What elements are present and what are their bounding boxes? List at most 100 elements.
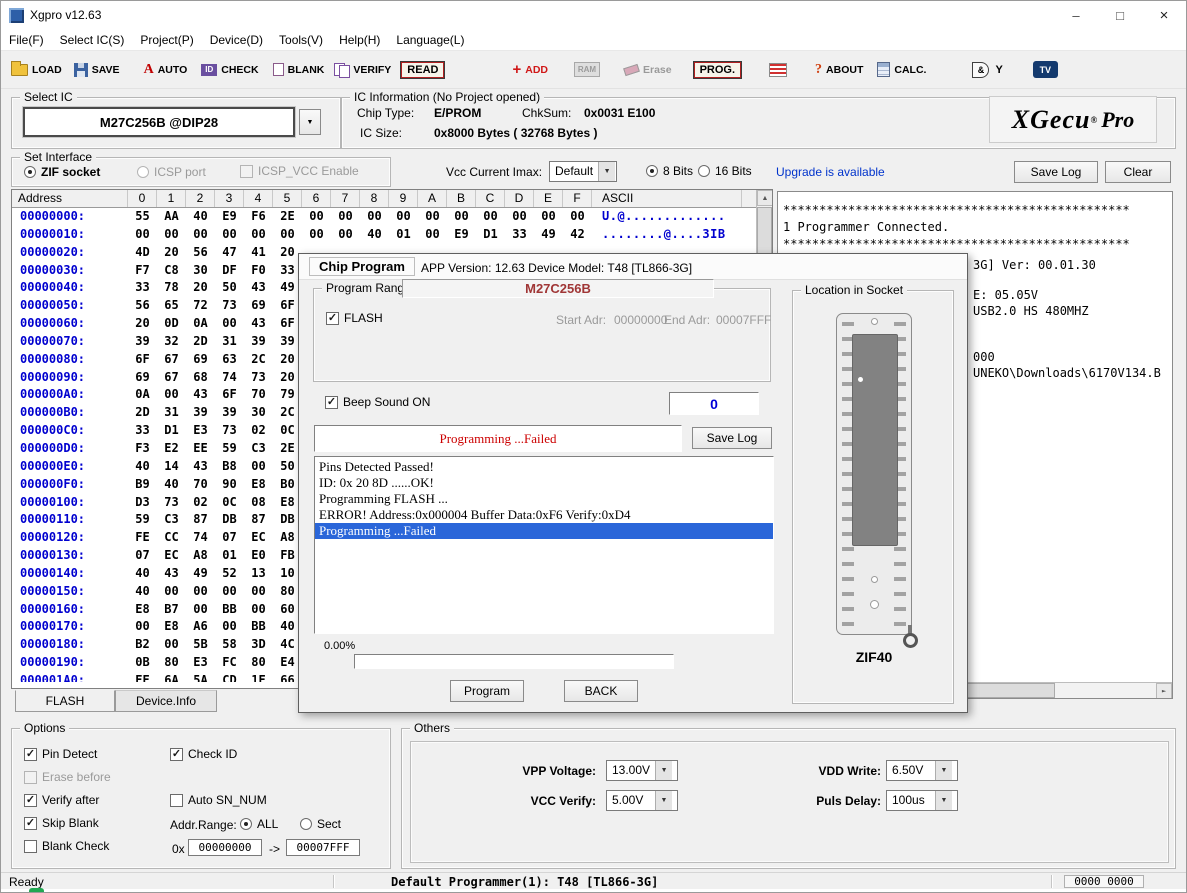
read-button[interactable]: READ (401, 62, 444, 78)
hex-byte-cell[interactable]: 00 (186, 601, 215, 619)
hex-byte-cell[interactable]: 80 (157, 654, 186, 672)
ic-dropdown-button[interactable]: ▼ (299, 109, 321, 135)
hex-byte-cell[interactable]: 0C (215, 494, 244, 512)
hex-byte-cell[interactable]: 00 (186, 226, 215, 244)
menu-tools[interactable]: Tools(V) (271, 30, 331, 50)
hex-byte-cell[interactable]: 00 (215, 226, 244, 244)
range-to-input[interactable] (286, 839, 360, 856)
hex-byte-cell[interactable]: 73 (215, 422, 244, 440)
hex-byte-cell[interactable]: 00 (418, 226, 447, 244)
hex-byte-cell[interactable]: 43 (244, 315, 273, 333)
hex-byte-cell[interactable]: E3 (186, 422, 215, 440)
hex-byte-cell[interactable]: 00 (186, 583, 215, 601)
hex-byte-cell[interactable]: 33 (128, 279, 157, 297)
puls-delay-select[interactable]: 100us ▼ (886, 790, 958, 811)
menu-file[interactable]: File(F) (1, 30, 52, 50)
hex-byte-cell[interactable]: BB (244, 618, 273, 636)
hex-byte-cell[interactable]: E2 (157, 440, 186, 458)
hex-byte-cell[interactable]: 33 (128, 422, 157, 440)
hex-byte-cell[interactable]: 00 (244, 601, 273, 619)
hex-byte-cell[interactable]: 43 (186, 458, 215, 476)
hex-byte-cell[interactable]: B7 (157, 601, 186, 619)
hex-byte-cell[interactable]: 00 (505, 208, 534, 226)
hex-byte-cell[interactable]: 87 (244, 511, 273, 529)
hex-byte-cell[interactable]: 33 (505, 226, 534, 244)
ic-test-button[interactable] (769, 63, 787, 77)
hex-byte-cell[interactable]: 2C (244, 351, 273, 369)
hex-byte-cell[interactable]: 00 (215, 315, 244, 333)
hex-byte-cell[interactable]: 3D (244, 636, 273, 654)
hex-byte-cell[interactable]: 00 (157, 583, 186, 601)
back-button[interactable]: BACK (564, 680, 638, 702)
hex-byte-cell[interactable]: 73 (244, 369, 273, 387)
hex-byte-cell[interactable]: 00 (244, 458, 273, 476)
hex-byte-cell[interactable]: 41 (244, 244, 273, 262)
hex-byte-cell[interactable]: 00 (215, 583, 244, 601)
hex-byte-cell[interactable]: 2D (186, 333, 215, 351)
auto-sn-checkbox[interactable]: Auto SN_NUM (170, 793, 267, 807)
hex-byte-cell[interactable]: 00 (360, 208, 389, 226)
hex-byte-cell[interactable]: 90 (215, 476, 244, 494)
hex-byte-cell[interactable]: 30 (186, 262, 215, 280)
hex-byte-cell[interactable]: 69 (128, 369, 157, 387)
hex-byte-cell[interactable]: 69 (186, 351, 215, 369)
addr-all-radio[interactable]: ALL (240, 817, 278, 831)
hex-byte-cell[interactable]: 01 (215, 547, 244, 565)
hex-byte-cell[interactable]: 00 (273, 226, 302, 244)
hex-byte-cell[interactable]: 00 (389, 208, 418, 226)
range-from-input[interactable] (188, 839, 262, 856)
hex-byte-cell[interactable]: 00 (302, 208, 331, 226)
dialog-save-log-button[interactable]: Save Log (692, 427, 772, 449)
hex-byte-cell[interactable]: 07 (215, 529, 244, 547)
hex-byte-cell[interactable]: 40 (128, 458, 157, 476)
hex-byte-cell[interactable]: F0 (244, 262, 273, 280)
hex-byte-cell[interactable]: A8 (186, 547, 215, 565)
hex-byte-cell[interactable]: 70 (186, 476, 215, 494)
maximize-button[interactable]: □ (1098, 1, 1142, 29)
hex-byte-cell[interactable]: FC (215, 654, 244, 672)
load-button[interactable]: LOAD (11, 64, 62, 76)
menu-help[interactable]: Help(H) (331, 30, 388, 50)
hex-byte-cell[interactable]: 43 (186, 386, 215, 404)
hex-byte-cell[interactable]: 30 (244, 404, 273, 422)
hex-byte-cell[interactable]: 63 (215, 351, 244, 369)
program-log-line[interactable]: ID: 0x 20 8D ......OK! (315, 475, 773, 491)
hex-byte-cell[interactable]: 49 (186, 565, 215, 583)
menu-device[interactable]: Device(D) (202, 30, 271, 50)
vdd-write-select[interactable]: 6.50V ▼ (886, 760, 958, 781)
close-button[interactable]: × (1142, 1, 1186, 29)
hex-byte-cell[interactable]: 67 (157, 351, 186, 369)
vcc-imax-select[interactable]: Default ▼ (549, 161, 617, 182)
hex-byte-cell[interactable]: A6 (186, 618, 215, 636)
hex-byte-cell[interactable]: 74 (215, 369, 244, 387)
hex-byte-cell[interactable]: D3 (128, 494, 157, 512)
hex-byte-cell[interactable]: 0A (186, 315, 215, 333)
hex-byte-cell[interactable]: 00 (128, 618, 157, 636)
pin-detect-checkbox[interactable]: Pin Detect (24, 747, 97, 761)
hex-byte-cell[interactable]: 00 (563, 208, 592, 226)
hex-byte-cell[interactable]: FE (128, 529, 157, 547)
hex-byte-cell[interactable]: F6 (244, 208, 273, 226)
hex-byte-cell[interactable]: 43 (244, 279, 273, 297)
hex-byte-cell[interactable]: B2 (128, 636, 157, 654)
hex-byte-cell[interactable]: B8 (215, 458, 244, 476)
minimize-button[interactable]: – (1054, 1, 1098, 29)
hex-byte-cell[interactable]: E8 (244, 476, 273, 494)
scroll-right-icon[interactable]: ► (1156, 683, 1172, 699)
hex-byte-cell[interactable]: 02 (186, 494, 215, 512)
hex-byte-cell[interactable]: 5B (186, 636, 215, 654)
hex-byte-cell[interactable]: 2D (128, 404, 157, 422)
flash-checkbox[interactable]: FLASH (326, 311, 383, 325)
hex-byte-cell[interactable]: F7 (128, 262, 157, 280)
hex-byte-cell[interactable]: 74 (186, 529, 215, 547)
hex-byte-cell[interactable]: 52 (215, 565, 244, 583)
hex-byte-cell[interactable]: F3 (128, 440, 157, 458)
hex-byte-cell[interactable]: E3 (186, 654, 215, 672)
hex-byte-cell[interactable]: EC (244, 529, 273, 547)
hex-byte-cell[interactable]: 40 (128, 583, 157, 601)
hex-byte-cell[interactable]: 43 (157, 565, 186, 583)
hex-byte-cell[interactable]: AA (157, 208, 186, 226)
about-button[interactable]: ? ABOUT (815, 62, 863, 78)
hex-byte-cell[interactable]: 50 (215, 279, 244, 297)
hex-byte-cell[interactable]: 39 (244, 333, 273, 351)
